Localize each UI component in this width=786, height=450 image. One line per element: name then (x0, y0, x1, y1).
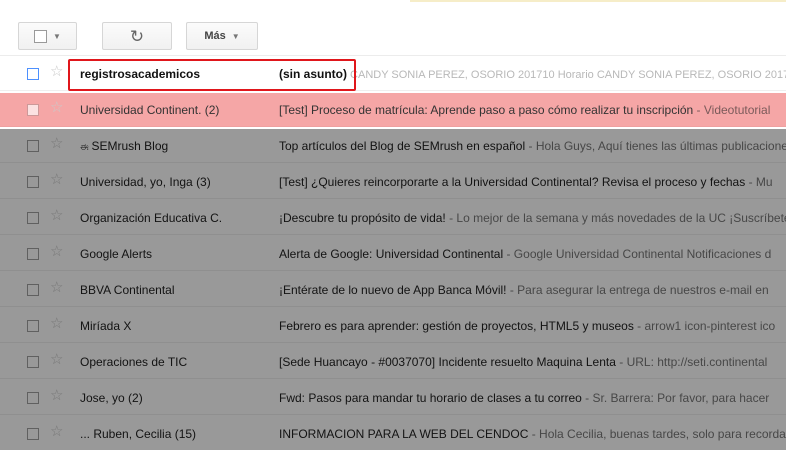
row-checkbox[interactable] (27, 212, 39, 224)
email-row[interactable]: ☆ Universidad Continent. (2) [Test] Proc… (0, 93, 786, 127)
email-snippet: - Mu (745, 175, 773, 189)
email-sender: ... Ruben, Cecilia (15) (80, 427, 197, 441)
email-subject: Febrero es para aprender: gestión de pro… (279, 319, 634, 333)
row-checkbox[interactable] (27, 104, 39, 116)
email-subject: [Test] ¿Quieres reincorporarte a la Univ… (279, 175, 746, 189)
email-snippet: - Hola Cecilia, buenas tardes, solo para… (528, 427, 786, 441)
email-row[interactable]: ☆ Miríada X Febrero es para aprender: ge… (0, 309, 786, 343)
refresh-button[interactable]: ↻ (102, 22, 172, 50)
email-sender: BBVA Continental (80, 283, 175, 297)
star-icon[interactable]: ☆ (50, 316, 63, 331)
email-subject: INFORMACION PARA LA WEB DEL CENDOC (279, 427, 529, 441)
email-row[interactable]: ☆ Google Alerts Alerta de Google: Univer… (0, 237, 786, 271)
email-sender: Organización Educativa C. (80, 211, 223, 225)
email-row[interactable]: ☆ Jose, yo (2) Fwd: Pasos para mandar tu… (0, 381, 786, 415)
email-sender: ಈ SEMrush Blog (80, 139, 270, 153)
email-sender: registrosacademicos (80, 67, 201, 81)
email-subject: [Sede Huancayo - #0037070] Incidente res… (279, 355, 616, 369)
email-snippet: CANDY SONIA PEREZ, OSORIO 201710 Horario… (347, 69, 786, 81)
email-snippet: - arrow1 icon-pinterest ico (633, 319, 776, 333)
email-sender: Universidad, yo, Inga (3) (80, 175, 211, 189)
refresh-icon: ↻ (129, 26, 145, 46)
row-checkbox[interactable] (27, 392, 39, 404)
email-row[interactable]: ☆ Organización Educativa C. ¡Descubre tu… (0, 201, 786, 235)
chevron-down-icon: ▼ (53, 31, 61, 41)
email-row[interactable]: ☆ registrosacademicos (sin asunto) CANDY… (0, 57, 786, 91)
star-icon[interactable]: ☆ (50, 136, 63, 151)
email-subject: Top artículos del Blog de SEMrush en esp… (279, 139, 526, 153)
email-row[interactable]: ☆ ... Ruben, Cecilia (15) INFORMACION PA… (0, 417, 786, 450)
row-checkbox[interactable] (27, 248, 39, 260)
email-subject-line: ¡Entérate de lo nuevo de App Banca Móvil… (279, 283, 786, 297)
email-snippet: - Sr. Barrera: Por favor, para hacer (581, 391, 770, 405)
row-checkbox[interactable] (27, 428, 39, 440)
row-checkbox[interactable] (27, 140, 39, 152)
email-sender: Operaciones de TIC (80, 355, 188, 369)
email-subject: ¡Entérate de lo nuevo de App Banca Móvil… (279, 283, 507, 297)
star-icon[interactable]: ☆ (50, 352, 63, 367)
email-subject: ¡Descubre tu propósito de vida! (279, 211, 446, 225)
email-sender: Jose, yo (2) (80, 391, 143, 405)
star-icon[interactable]: ☆ (50, 172, 63, 187)
email-subject-line: [Test] Proceso de matrícula: Aprende pas… (279, 103, 786, 117)
email-subject-line: Fwd: Pasos para mandar tu horario de cla… (279, 391, 786, 405)
email-subject: Fwd: Pasos para mandar tu horario de cla… (279, 391, 582, 405)
star-icon[interactable]: ☆ (50, 280, 63, 295)
more-button[interactable]: Más ▼ (186, 22, 258, 50)
email-row[interactable]: ☆ ಈ SEMrush Blog Top artículos del Blog … (0, 129, 786, 163)
email-subject-line: [Sede Huancayo - #0037070] Incidente res… (279, 355, 786, 369)
row-checkbox[interactable] (27, 356, 39, 368)
star-icon[interactable]: ☆ (50, 424, 63, 439)
star-icon[interactable]: ☆ (50, 64, 63, 79)
email-snippet: - URL: http://seti.continental (615, 355, 768, 369)
top-strip (0, 0, 786, 12)
email-row[interactable]: ☆ Operaciones de TIC [Sede Huancayo - #0… (0, 345, 786, 379)
chevron-down-icon: ▼ (231, 31, 240, 41)
email-snippet: - Para asegurar la entrega de nuestros e… (506, 283, 769, 297)
email-sender: Google Alerts (80, 247, 153, 261)
row-checkbox[interactable] (27, 176, 39, 188)
email-row[interactable]: ☆ Universidad, yo, Inga (3) [Test] ¿Quie… (0, 165, 786, 199)
email-list: ☆ registrosacademicos (sin asunto) CANDY… (0, 57, 786, 450)
more-button-label: Más (204, 30, 226, 42)
email-sender: Miríada X (80, 319, 132, 333)
email-subject-line: ¡Descubre tu propósito de vida! - Lo mej… (279, 211, 786, 225)
email-snippet: - Lo mejor de la semana y más novedades … (445, 211, 786, 225)
email-snippet: - Google Universidad Continental Notific… (503, 247, 772, 261)
mail-toolbar: ▼ ↻ Más ▼ (0, 12, 786, 56)
star-icon[interactable]: ☆ (50, 100, 63, 115)
sender-logo-icon: ಈ (80, 142, 92, 153)
star-icon[interactable]: ☆ (50, 244, 63, 259)
email-subject: Alerta de Google: Universidad Continenta… (279, 247, 504, 261)
email-sender-name: SEMrush Blog (91, 139, 169, 153)
email-snippet: - Videotutorial (693, 103, 771, 117)
email-subject-line: INFORMACION PARA LA WEB DEL CENDOC - Hol… (279, 427, 786, 441)
email-snippet: - Hola Guys, Aquí tienes las últimas pub… (525, 139, 786, 153)
email-subject-line: [Test] ¿Quieres reincorporarte a la Univ… (279, 175, 786, 189)
row-checkbox[interactable] (27, 68, 39, 80)
email-subject-line: (sin asunto) CANDY SONIA PEREZ, OSORIO 2… (279, 67, 786, 81)
row-checkbox[interactable] (27, 284, 39, 296)
email-subject-line: Febrero es para aprender: gestión de pro… (279, 319, 786, 333)
notification-bar (410, 0, 786, 2)
email-sender: Universidad Continent. (2) (80, 103, 220, 117)
star-icon[interactable]: ☆ (50, 388, 63, 403)
email-subject-line: Top artículos del Blog de SEMrush en esp… (279, 139, 786, 153)
row-checkbox[interactable] (27, 320, 39, 332)
select-all-checkbox[interactable] (34, 29, 48, 43)
email-subject: [Test] Proceso de matrícula: Aprende pas… (279, 103, 694, 117)
email-row[interactable]: ☆ BBVA Continental ¡Entérate de lo nuevo… (0, 273, 786, 307)
select-all-dropdown[interactable]: ▼ (18, 22, 77, 50)
email-subject-line: Alerta de Google: Universidad Continenta… (279, 247, 786, 261)
star-icon[interactable]: ☆ (50, 208, 63, 223)
email-subject: (sin asunto) (279, 67, 347, 81)
